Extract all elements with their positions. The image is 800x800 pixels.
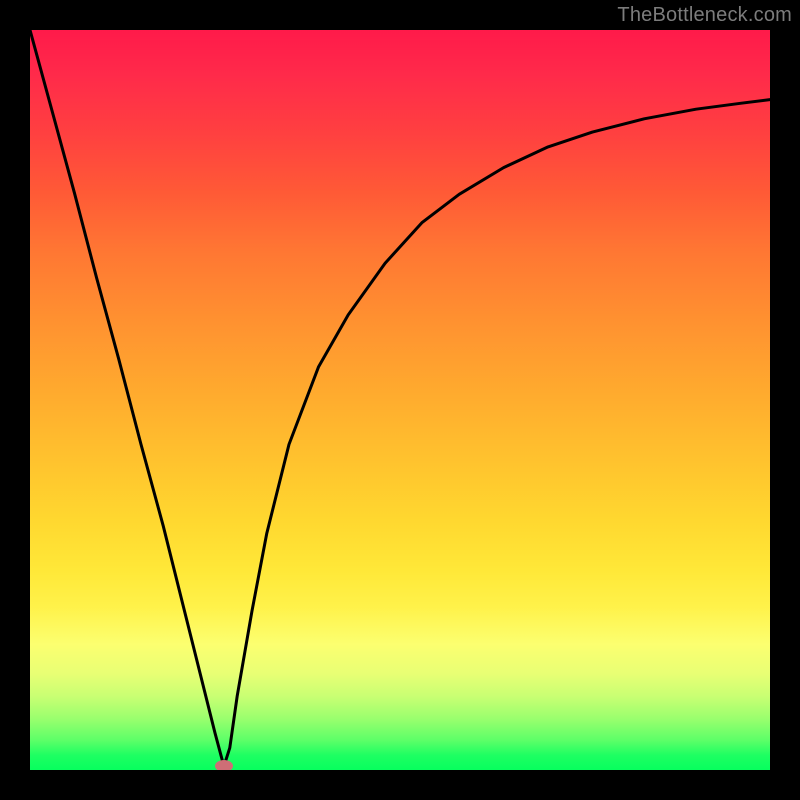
plot-area xyxy=(30,30,770,770)
curve-layer xyxy=(30,30,770,770)
chart-frame: TheBottleneck.com xyxy=(0,0,800,800)
watermark-text: TheBottleneck.com xyxy=(617,4,792,27)
bottleneck-curve xyxy=(30,30,770,766)
minimum-marker xyxy=(215,760,233,770)
